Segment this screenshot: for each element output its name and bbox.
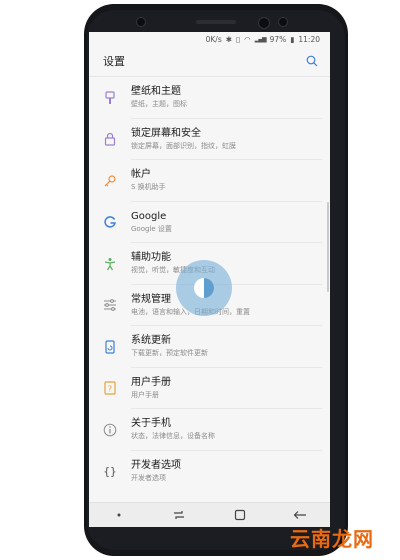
- item-subtitle: 用户手册: [131, 390, 159, 399]
- settings-item-system-update[interactable]: 系统更新 下载更新，预定软件更新: [89, 326, 330, 368]
- page-title: 设置: [103, 55, 125, 68]
- sliders-icon: [103, 298, 117, 312]
- battery-percent: 97%: [269, 34, 287, 44]
- item-subtitle: 状态，法律信息，设备名称: [131, 432, 215, 441]
- system-update-icon: [103, 340, 117, 354]
- recent-apps-icon[interactable]: [164, 505, 194, 525]
- settings-item-developer-options[interactable]: {} 开发者选项 开发者选项: [89, 451, 330, 493]
- svg-text:?: ?: [108, 385, 112, 394]
- settings-item-about-phone[interactable]: 关于手机 状态，法律信息，设备名称: [89, 409, 330, 451]
- item-title: 用户手册: [131, 376, 171, 388]
- vibrate-icon: ▯: [236, 34, 241, 44]
- nav-dot-icon[interactable]: [104, 505, 134, 525]
- bluetooth-icon: ✱: [225, 34, 233, 44]
- app-bar: 设置: [89, 46, 330, 77]
- earpiece-speaker: [196, 20, 236, 24]
- contrast-icon: [194, 278, 214, 298]
- lock-icon: [103, 132, 117, 146]
- item-title: 系统更新: [131, 335, 171, 347]
- accessibility-icon: [103, 257, 117, 271]
- front-camera-icon: [258, 17, 270, 29]
- settings-item-wallpaper-themes[interactable]: 壁纸和主题 壁纸，主题，图标: [89, 77, 330, 119]
- network-speed: 0K/s: [205, 34, 222, 44]
- wifi-icon: ◠: [244, 34, 251, 44]
- item-title: 壁纸和主题: [131, 86, 181, 98]
- item-title: 帐户: [131, 169, 151, 181]
- settings-item-lock-screen-security[interactable]: 锁定屏幕和安全 锁定屏幕，面部识别，指纹，虹膜: [89, 119, 330, 161]
- search-icon[interactable]: [306, 52, 318, 71]
- battery-icon: ▮: [290, 34, 295, 44]
- svg-text:{}: {}: [103, 465, 116, 478]
- item-subtitle: 开发者选项: [131, 473, 166, 482]
- watermark: 云南龙网: [290, 527, 374, 551]
- info-icon: [103, 423, 117, 437]
- key-icon: [103, 174, 117, 188]
- clock: 11:20: [298, 34, 320, 44]
- item-title: Google: [131, 210, 167, 222]
- item-subtitle: 下载更新，预定软件更新: [131, 349, 208, 358]
- item-subtitle: S 换机助手: [131, 183, 166, 192]
- settings-item-user-manual[interactable]: ? 用户手册 用户手册: [89, 368, 330, 410]
- manual-icon: ?: [103, 381, 117, 395]
- signal-icon: ▂▄▆: [254, 35, 267, 43]
- brush-icon: [103, 91, 117, 105]
- item-title: 开发者选项: [131, 459, 181, 471]
- item-subtitle: 壁纸，主题，图标: [131, 100, 187, 109]
- back-icon[interactable]: [285, 505, 315, 525]
- item-title: 关于手机: [131, 418, 171, 430]
- status-bar: 0K/s ✱ ▯ ◠ ▂▄▆ 97% ▮ 11:20: [89, 32, 330, 46]
- assistive-touch-button[interactable]: [176, 260, 232, 316]
- braces-icon: {}: [103, 464, 117, 478]
- scroll-indicator[interactable]: [327, 202, 329, 292]
- google-icon: [103, 215, 117, 229]
- settings-item-accounts[interactable]: 帐户 S 换机助手: [89, 160, 330, 202]
- settings-item-google[interactable]: Google Google 设置: [89, 202, 330, 244]
- item-subtitle: 锁定屏幕，面部识别，指纹，虹膜: [131, 141, 236, 150]
- item-title: 锁定屏幕和安全: [131, 127, 201, 139]
- home-icon[interactable]: [225, 505, 255, 525]
- iris-sensor: [278, 17, 288, 27]
- proximity-sensor: [136, 17, 146, 27]
- item-subtitle: Google 设置: [131, 224, 172, 233]
